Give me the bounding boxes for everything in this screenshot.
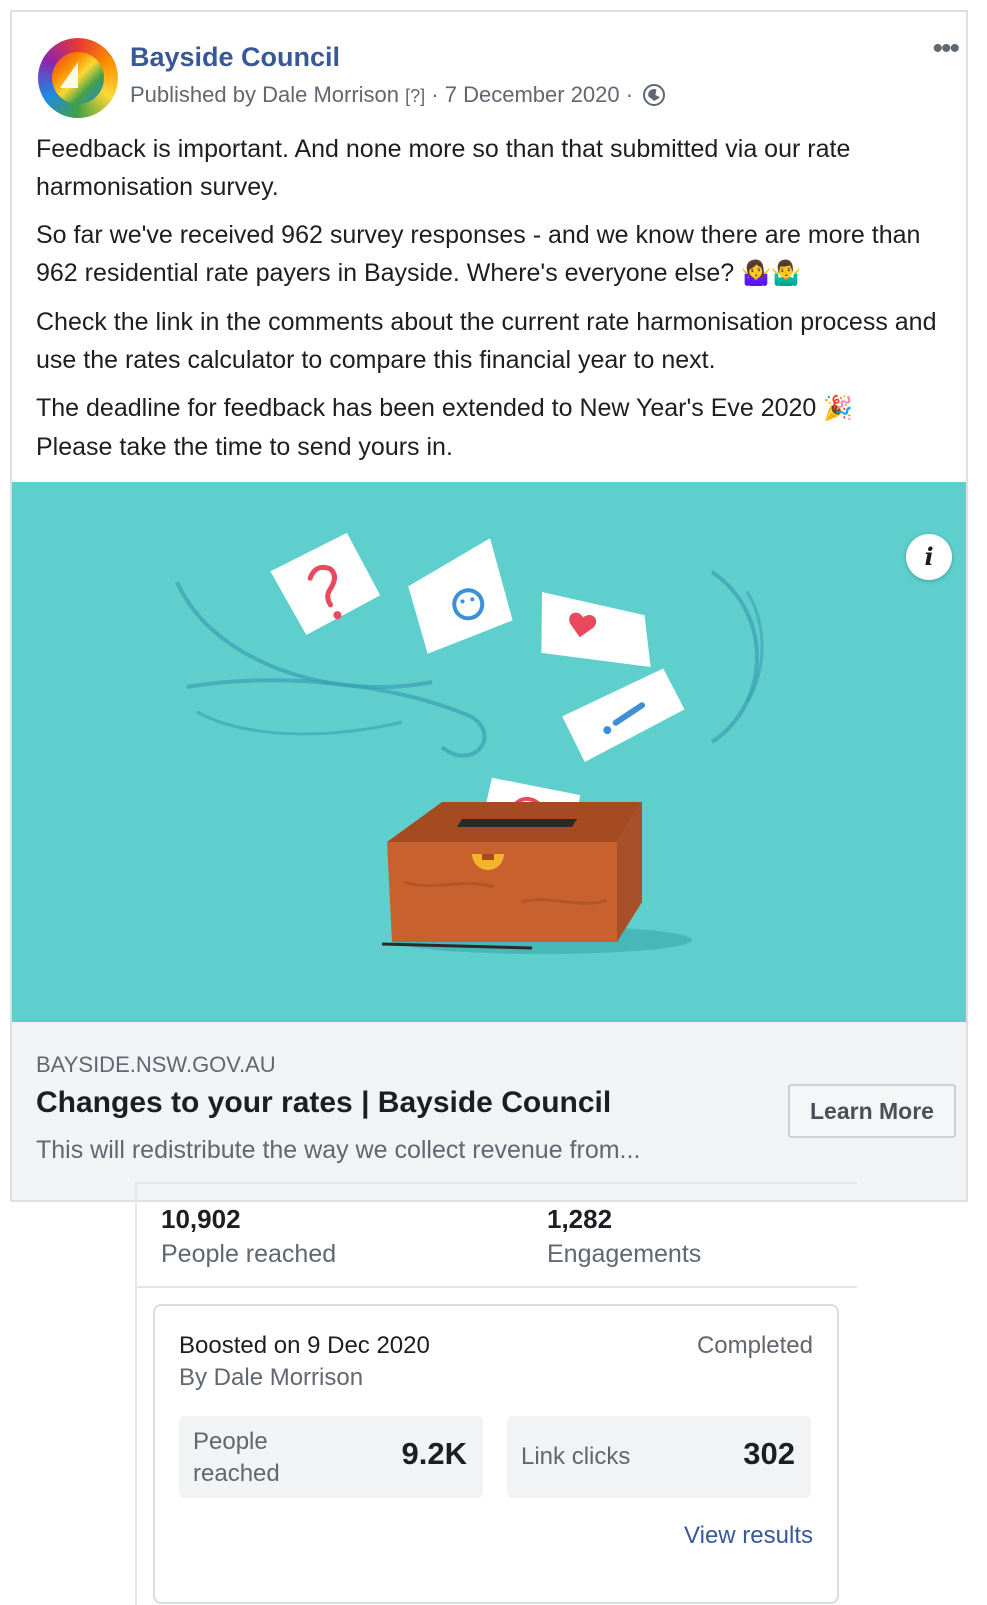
metric-label: People reached — [193, 1426, 280, 1490]
metric-label-line2: reached — [193, 1460, 280, 1487]
heart-paper — [541, 592, 651, 668]
metric-value: 302 — [743, 1436, 795, 1471]
paragraph-4-text: The deadline for feedback has been exten… — [36, 394, 817, 422]
metric-people-reached: People reached 9.2K — [179, 1416, 483, 1498]
post-paragraph-1: Feedback is important. And none more so … — [36, 135, 851, 201]
link-domain: BAYSIDE.NSW.GOV.AU — [36, 1052, 276, 1077]
post-paragraph-2: So far we've received 962 survey respons… — [36, 216, 956, 293]
link-preview[interactable]: BAYSIDE.NSW.GOV.AU Changes to your rates… — [12, 1022, 966, 1200]
party-popper-emoji: 🎉 — [823, 395, 854, 422]
post-image-ballot-box[interactable] — [12, 482, 966, 1022]
boost-status: Completed — [696, 1332, 813, 1359]
meta-separator-2: · — [625, 82, 634, 107]
divider — [137, 1182, 857, 1184]
shrug-emoji: 🤷‍♀️🤷‍♂️ — [741, 260, 801, 287]
avatar-logo — [52, 52, 104, 104]
post-paragraph-4: The deadline for feedback has been exten… — [36, 389, 956, 466]
post-insights: 10,902 People reached 1,282 Engagements … — [135, 1182, 857, 1605]
metric-label-line1: People — [193, 1428, 268, 1455]
post-text: Feedback is important. And none more so … — [36, 130, 956, 476]
question-paper — [270, 532, 381, 635]
people-reached-label: People reached — [161, 1240, 337, 1268]
divider — [137, 1286, 857, 1288]
help-marker[interactable]: [?] — [405, 86, 425, 106]
more-options-icon[interactable]: ••• — [932, 32, 959, 66]
sad-face-paper — [408, 538, 513, 654]
facebook-post: Bayside Council Published by Dale Morris… — [10, 10, 968, 1202]
post-meta: Published by Dale Morrison [?] · 7 Decem… — [130, 82, 666, 108]
boost-author: By Dale Morrison — [179, 1364, 364, 1391]
boost-summary-card: Boosted on 9 Dec 2020 By Dale Morrison C… — [153, 1304, 839, 1604]
metric-value: 9.2K — [401, 1436, 467, 1471]
published-by[interactable]: Published by Dale Morrison — [130, 82, 399, 107]
learn-more-button[interactable]: Learn More — [788, 1084, 956, 1138]
meta-separator: · — [431, 82, 439, 107]
view-results-link[interactable]: View results — [684, 1522, 813, 1550]
info-icon[interactable]: i — [906, 534, 952, 580]
boost-date: Boosted on 9 Dec 2020 — [179, 1332, 430, 1359]
engagements-label: Engagements — [547, 1240, 702, 1268]
page-avatar[interactable] — [38, 38, 118, 118]
post-date[interactable]: 7 December 2020 — [445, 82, 620, 107]
link-description: This will redistribute the way we collec… — [36, 1136, 641, 1164]
people-reached-value: 10,902 — [161, 1204, 241, 1234]
post-paragraph-3: Check the link in the comments about the… — [36, 308, 937, 374]
metric-label: Link clicks — [521, 1443, 631, 1470]
link-title[interactable]: Changes to your rates | Bayside Council — [36, 1086, 611, 1120]
metric-link-clicks: Link clicks 302 — [507, 1416, 811, 1498]
ballot-box — [381, 802, 642, 950]
sail-icon — [60, 62, 78, 88]
engagements-value: 1,282 — [547, 1204, 613, 1234]
page-name-link[interactable]: Bayside Council — [130, 42, 340, 73]
globe-icon[interactable] — [643, 84, 666, 106]
paragraph-4-line2: Please take the time to send yours in. — [36, 433, 453, 461]
exclamation-paper — [562, 668, 685, 763]
ballot-illustration — [175, 532, 764, 954]
